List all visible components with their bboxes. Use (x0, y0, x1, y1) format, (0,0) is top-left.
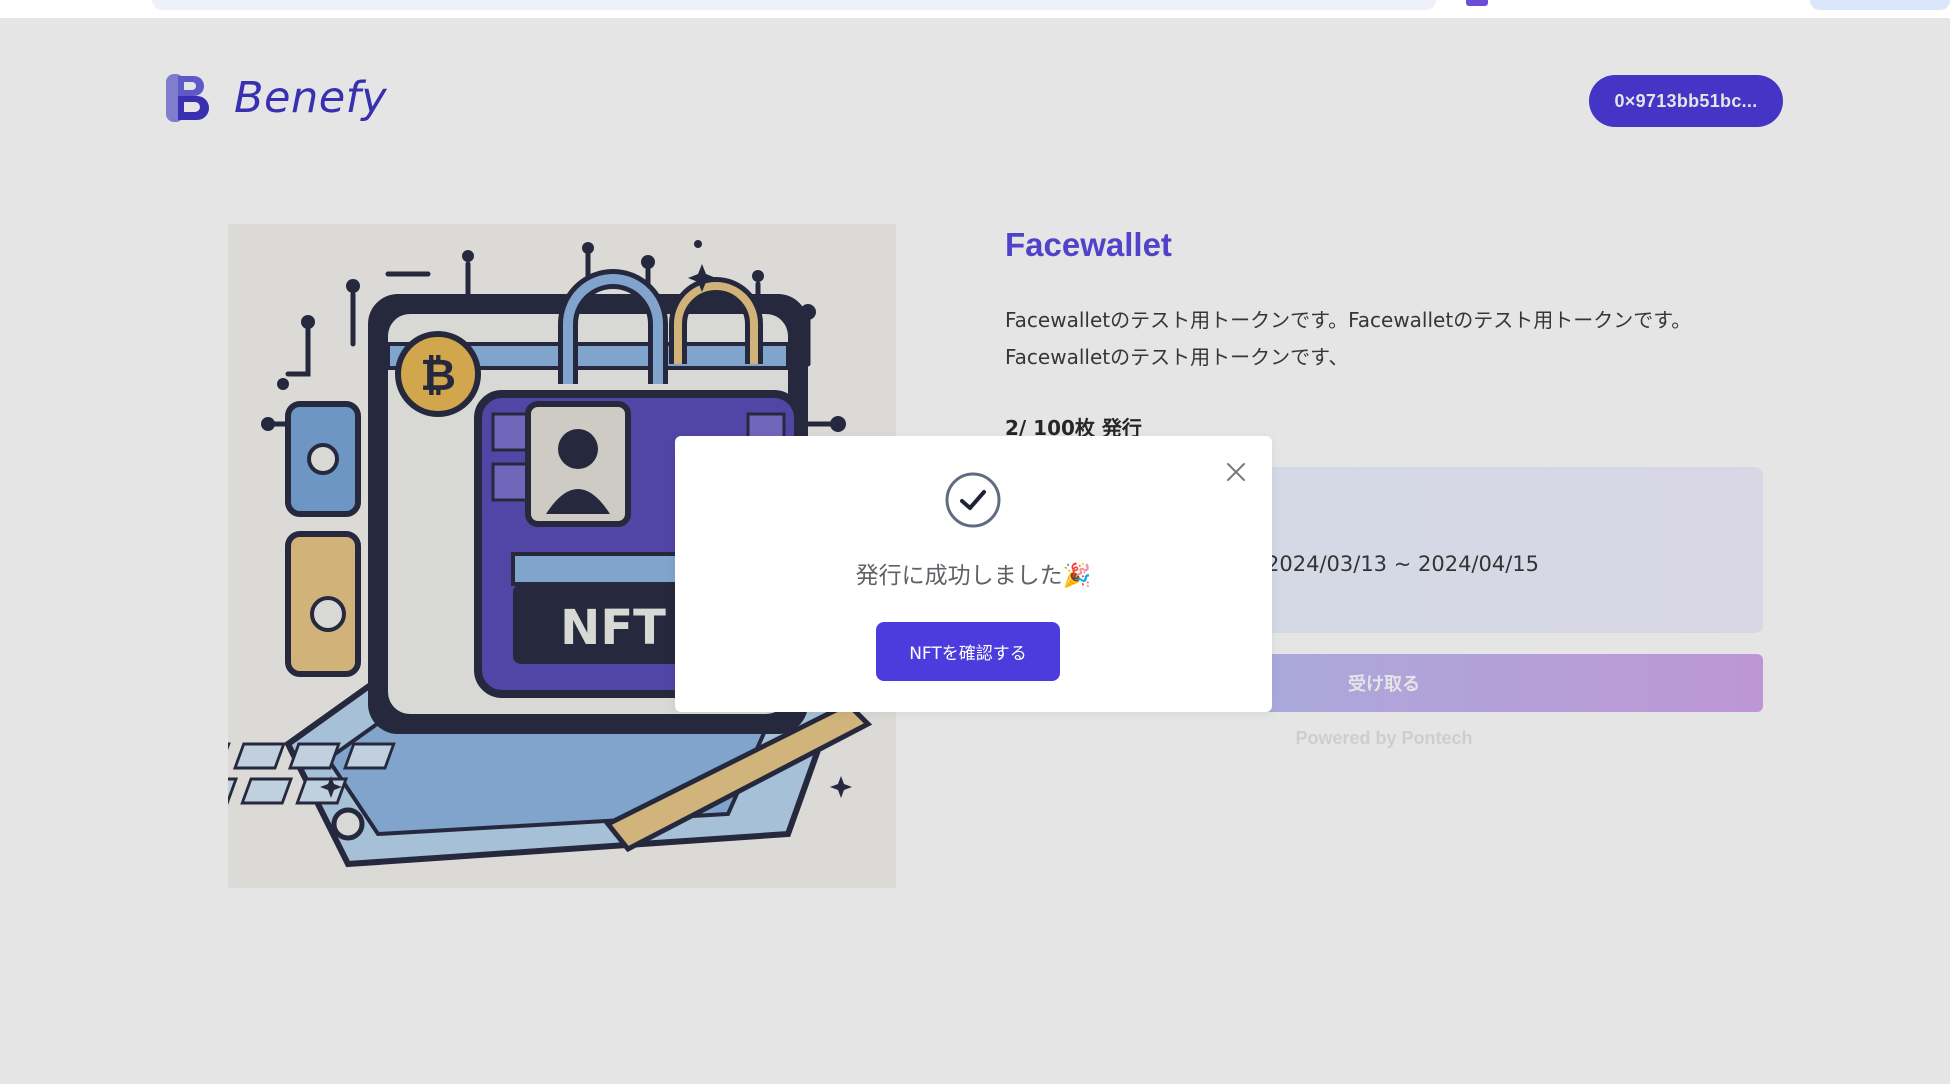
page: Benefy 0×9713bb51bc... ₿ NFT Facewallet … (0, 0, 1950, 1084)
check-circle-icon (945, 472, 1001, 528)
address-bar[interactable] (152, 0, 1436, 10)
modal-message: 発行に成功しました🎉 (855, 563, 1092, 589)
browser-top-strip (0, 0, 1950, 18)
view-nft-button[interactable]: NFTを確認する (876, 622, 1060, 681)
close-icon[interactable] (1224, 460, 1248, 484)
extension-icon[interactable] (1466, 0, 1488, 6)
browser-profile-button[interactable] (1810, 0, 1950, 10)
